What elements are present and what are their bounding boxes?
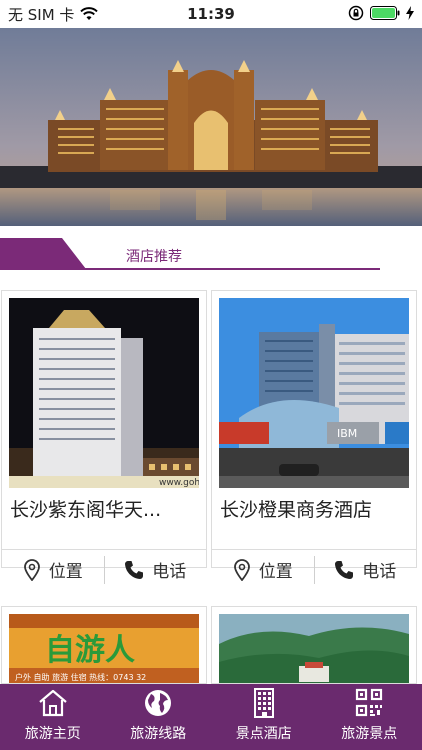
location-pin-icon: [23, 558, 40, 581]
location-label: 位置: [258, 562, 293, 582]
tab-bar: 旅游主页 旅游线路 景点酒店 旅游景点: [0, 684, 422, 750]
phone-button[interactable]: 电话: [103, 555, 207, 584]
hotel-name[interactable]: 长沙紫东阁华天...: [10, 495, 200, 522]
status-right: [348, 5, 414, 21]
tab-travel-home[interactable]: 旅游主页: [0, 684, 106, 750]
phone-icon: [125, 560, 144, 579]
hotel-photo[interactable]: www.gohua: [9, 298, 199, 488]
tab-label: 旅游线路: [130, 726, 187, 742]
building-icon: [253, 688, 274, 718]
phone-label: 电话: [152, 562, 187, 582]
section-underline: [0, 268, 380, 270]
phone-icon: [335, 560, 354, 579]
tab-label: 景点酒店: [235, 726, 292, 742]
hotel-card[interactable]: IBM 长沙橙果商务酒店 位置 电话: [211, 290, 417, 584]
banner-hotel-photo: [0, 28, 422, 226]
location-label: 位置: [48, 562, 83, 582]
photo-logo: IBM: [337, 427, 357, 440]
qr-code-icon: [356, 688, 383, 717]
hotel-photo[interactable]: 自游人 户外 自助 旅游 住宿 热线：0743 32: [9, 614, 199, 683]
hotel-photo[interactable]: [219, 614, 409, 683]
hotel-card[interactable]: [211, 606, 417, 684]
banner-image[interactable]: [0, 28, 422, 226]
photo-watermark: www.gohua: [159, 478, 199, 488]
battery-icon: [370, 6, 400, 20]
location-button[interactable]: 位置: [212, 556, 314, 584]
section-title: 酒店推荐: [126, 249, 182, 265]
tab-travel-routes[interactable]: 旅游线路: [106, 684, 212, 750]
phone-button[interactable]: 电话: [313, 555, 417, 584]
orientation-lock-icon: [348, 5, 364, 21]
location-button[interactable]: 位置: [2, 556, 104, 584]
hotel-actions: 位置 电话: [2, 549, 206, 589]
tab-label: 旅游景点: [341, 726, 398, 742]
tab-scenic-spots[interactable]: 旅游景点: [317, 684, 422, 750]
hotel-actions: 位置 电话: [212, 549, 416, 589]
status-bar: 无 SIM 卡 11:39: [0, 0, 422, 28]
globe-icon: [145, 690, 172, 716]
photo-sign: 自游人: [45, 633, 135, 668]
phone-label: 电话: [362, 562, 397, 582]
photo-sign-sub: 户外 自助 旅游 住宿 热线：0743 32: [15, 672, 146, 682]
section-tab-decoration: [0, 238, 86, 269]
hotel-card[interactable]: www.gohua 长沙紫东阁华天... 位置 电话: [1, 290, 207, 584]
home-icon: [39, 689, 67, 717]
charging-bolt-icon: [406, 6, 414, 20]
hotel-name[interactable]: 长沙橙果商务酒店: [220, 495, 410, 522]
location-pin-icon: [233, 558, 250, 581]
tab-label: 旅游主页: [24, 726, 81, 742]
tab-scenic-hotels[interactable]: 景点酒店: [211, 684, 317, 750]
hotel-photo[interactable]: IBM: [219, 298, 409, 488]
section-header: 酒店推荐: [0, 238, 422, 274]
hotel-card[interactable]: 自游人 户外 自助 旅游 住宿 热线：0743 32: [1, 606, 207, 684]
